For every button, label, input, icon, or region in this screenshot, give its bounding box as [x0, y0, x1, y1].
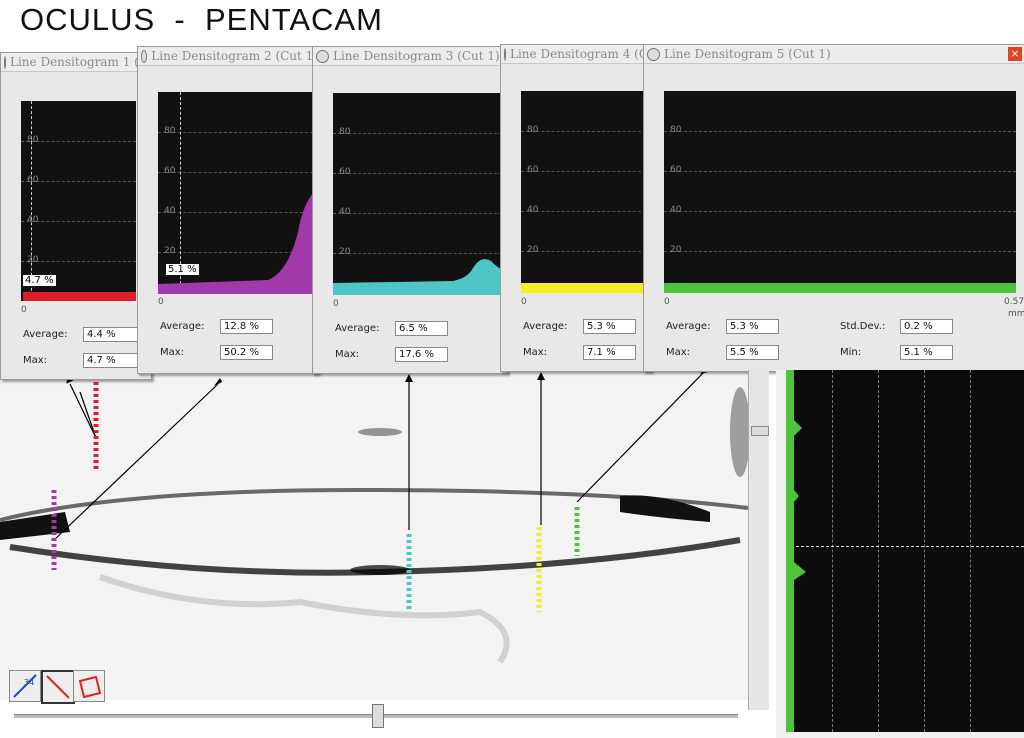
- density-area-5: [664, 283, 1016, 293]
- density-area-3: [333, 259, 507, 295]
- eye-icon: [4, 55, 6, 69]
- densitogram-plot-4: 80 60 40 20: [521, 91, 651, 293]
- eye-icon: [316, 49, 329, 63]
- densitogram-window-5[interactable]: Line Densitogram 5 (Cut 1) × 80 60 40 20…: [643, 44, 1024, 372]
- density-area-1: [23, 292, 136, 301]
- densitogram-window-3[interactable]: Line Densitogram 3 (Cut 1) 80 60 40 20 0…: [312, 46, 508, 374]
- window-title: Line Densitogram 1 (Cut 1): [10, 55, 151, 69]
- max-value: 4.7 %: [83, 353, 138, 368]
- window-title: Line Densitogram 3 (Cut 1): [333, 49, 500, 63]
- eye-icon: [504, 47, 506, 61]
- line-densitogram-tool-button[interactable]: [41, 670, 75, 704]
- max-value: 7.1 %: [583, 345, 636, 360]
- close-icon[interactable]: ×: [1008, 47, 1022, 61]
- eye-icon: [647, 47, 660, 61]
- densitogram-plot-3: 80 60 40 20: [333, 93, 507, 295]
- std-dev-value: 0.2 %: [900, 319, 953, 334]
- densitogram-window-1[interactable]: Line Densitogram 1 (Cut 1) 80 60 40 20 4…: [0, 52, 152, 380]
- horizontal-slider[interactable]: [8, 704, 748, 732]
- profile-plot: [786, 370, 1024, 732]
- title-bar[interactable]: Line Densitogram 1 (Cut 1): [1, 53, 151, 72]
- line-densitogram-icon: [46, 675, 70, 699]
- marker-value: 5.1 %: [166, 264, 199, 275]
- title-bar[interactable]: Line Densitogram 4 (Cut 1): [501, 45, 651, 64]
- slider-thumb[interactable]: [372, 704, 384, 728]
- max-value: 50.2 %: [220, 345, 273, 360]
- average-value: 4.4 %: [83, 327, 138, 342]
- density-area-4: [521, 283, 651, 293]
- svg-text:34: 34: [24, 678, 34, 687]
- title-bar[interactable]: Line Densitogram 3 (Cut 1): [313, 47, 507, 66]
- marker-value: 4.7 %: [23, 275, 56, 286]
- densitogram-window-2[interactable]: Line Densitogram 2 (Cut 1) 80 60 40 20 5…: [137, 46, 319, 374]
- distance-icon: 34: [13, 674, 37, 698]
- min-value: 5.1 %: [900, 345, 953, 360]
- title-bar[interactable]: Line Densitogram 5 (Cut 1): [644, 45, 1024, 64]
- window-title: Line Densitogram 5 (Cut 1): [664, 47, 831, 61]
- max-value: 5.5 %: [726, 345, 779, 360]
- densitogram-plot-1: 80 60 40 20 4.7 %: [21, 101, 136, 301]
- profile-panel: [748, 370, 1024, 738]
- max-value: 17.6 %: [395, 347, 448, 362]
- profile-curve: [786, 370, 806, 732]
- densitogram-window-4[interactable]: Line Densitogram 4 (Cut 1) 80 60 40 20 0…: [500, 44, 652, 372]
- window-title: Line Densitogram 2 (Cut 1): [151, 49, 318, 63]
- area-densitogram-icon: [78, 675, 102, 699]
- vertical-slider[interactable]: [748, 370, 769, 710]
- window-title: Line Densitogram 4 (Cut 1): [510, 47, 651, 61]
- title-bar[interactable]: Line Densitogram 2 (Cut 1): [138, 47, 318, 66]
- slider-thumb[interactable]: [751, 426, 769, 436]
- average-value: 6.5 %: [395, 321, 448, 336]
- densitogram-plot-5: 80 60 40 20: [664, 91, 1016, 293]
- average-value: 12.8 %: [220, 319, 273, 334]
- densitogram-plot-2: 80 60 40 20 5.1 %: [158, 92, 318, 294]
- area-densitogram-tool-button[interactable]: [73, 670, 105, 702]
- average-value: 5.3 %: [726, 319, 779, 334]
- eye-icon: [141, 49, 148, 63]
- distance-tool-button[interactable]: 34: [9, 670, 41, 702]
- average-value: 5.3 %: [583, 319, 636, 334]
